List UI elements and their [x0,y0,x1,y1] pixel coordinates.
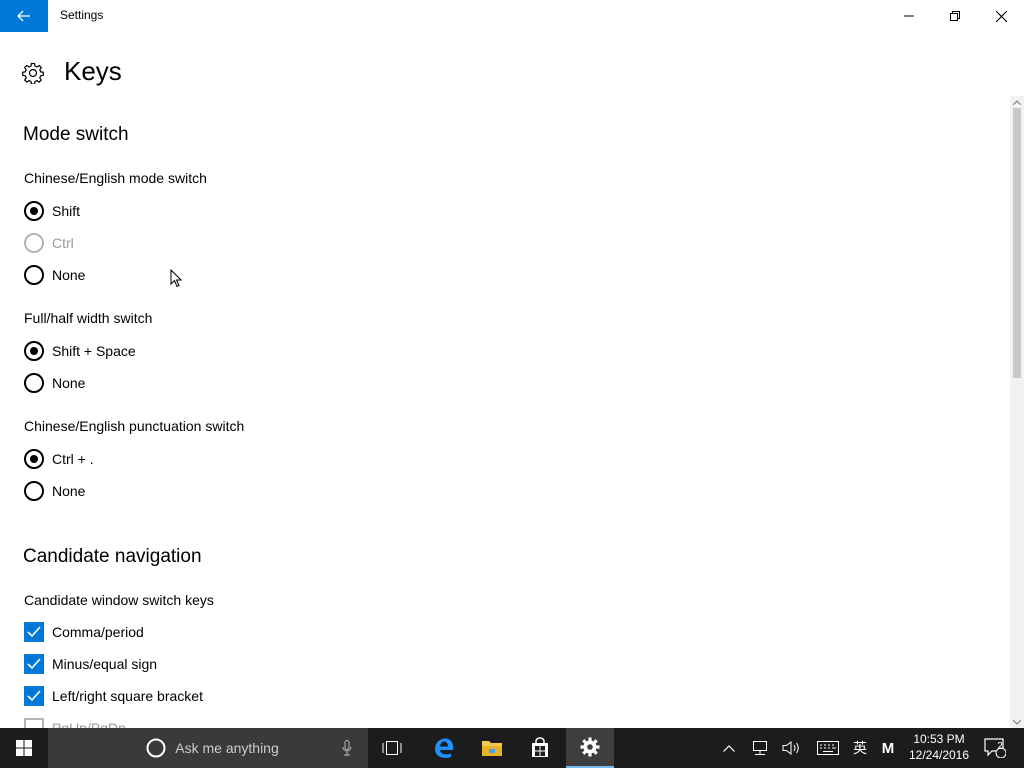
store-icon [532,737,548,757]
scroll-down-arrow[interactable] [1010,716,1024,728]
checkbox-option-square-bracket[interactable]: Left/right square bracket [24,686,203,706]
mouse-cursor-icon [170,269,182,288]
touch-keyboard-button[interactable] [814,728,842,768]
radio-label: None [52,267,86,283]
minimize-icon [904,15,914,17]
close-icon [995,10,1007,22]
keyboard-icon [817,741,839,755]
checkmark-icon [27,626,41,638]
radio-option-none[interactable]: None [24,481,85,501]
radio-label: Shift + Space [52,343,136,359]
gear-icon [22,62,44,84]
file-explorer-button[interactable] [468,728,516,768]
ime-mode-indicator[interactable]: M [876,728,900,768]
radio-button[interactable] [24,481,44,501]
radio-option-ctrl: Ctrl [24,233,74,253]
chevron-up-icon [1013,99,1021,105]
scroll-up-arrow[interactable] [1010,96,1024,108]
checkbox-checked[interactable] [24,654,44,674]
radio-button-disabled [24,233,44,253]
arrow-left-icon [17,10,30,22]
start-button[interactable] [0,728,48,768]
radio-label: None [52,483,86,499]
checkbox-label: Left/right square bracket [52,688,203,704]
restore-button[interactable] [932,0,978,32]
cortana-circle-icon [146,738,166,758]
radio-label: Ctrl + . [52,451,94,467]
edge-button[interactable] [420,728,468,768]
file-explorer-icon [482,741,502,756]
checkbox-checked[interactable] [24,622,44,642]
clock-date: 12/24/2016 [908,748,970,762]
network-icon [753,741,767,755]
checkbox-label: Minus/equal sign [52,656,158,672]
close-button[interactable] [978,0,1024,32]
vertical-scrollbar[interactable] [1010,96,1024,728]
checkbox-option-minus-equal[interactable]: Minus/equal sign [24,654,157,674]
settings-app-button[interactable] [566,728,614,768]
edge-icon [435,738,454,758]
back-button[interactable] [0,0,48,32]
radio-option-shift[interactable]: Shift [24,201,80,221]
chevron-up-icon [723,744,735,752]
settings-content: Mode switch Chinese/English mode switch … [0,100,1010,728]
settings-gear-icon [580,737,600,757]
section-title-mode-switch: Mode switch [23,124,129,145]
group-label-punctuation: Chinese/English punctuation switch [24,418,245,434]
radio-option-ctrl-period[interactable]: Ctrl + . [24,449,94,469]
group-label-cn-en-mode: Chinese/English mode switch [24,170,207,186]
checkmark-icon [27,690,41,702]
notification-count: 2 [997,741,1003,752]
restore-icon [950,11,960,21]
radio-option-none[interactable]: None [24,373,85,393]
task-view-button[interactable] [368,728,416,768]
search-box[interactable]: Ask me anything [48,728,368,768]
checkbox-checked[interactable] [24,686,44,706]
clock[interactable]: 10:53 PM 12/24/2016 [906,731,972,763]
radio-label: None [52,375,86,391]
group-label-switch-keys: Candidate window switch keys [24,592,214,608]
store-button[interactable] [516,728,564,768]
radio-button[interactable] [24,373,44,393]
scrollbar-thumb[interactable] [1013,108,1021,378]
radio-button-checked[interactable] [24,449,44,469]
radio-label: Shift [52,203,81,219]
speaker-icon [782,740,799,756]
radio-button[interactable] [24,265,44,285]
section-title-candidate-navigation: Candidate navigation [23,546,202,567]
checkbox-label: PgUp/PgDn [52,720,126,728]
checkbox-option-pgup-pgdn[interactable]: PgUp/PgDn [24,718,126,728]
checkbox-unchecked[interactable] [24,718,44,728]
radio-label: Ctrl [52,235,74,251]
task-view-icon [382,741,402,755]
volume-button[interactable] [780,728,804,768]
title-bar: Settings [0,0,1024,32]
minimize-button[interactable] [886,0,932,32]
action-center-button[interactable]: 2 [980,728,1010,768]
clock-time: 10:53 PM [913,732,965,746]
ime-language-indicator[interactable]: 英 [848,728,872,768]
page-title: Keys [64,56,122,86]
search-placeholder: Ask me anything [175,740,279,756]
show-hidden-icons-button[interactable] [718,728,740,768]
window-title: Settings [60,8,104,22]
checkmark-icon [27,658,41,670]
checkbox-label: Comma/period [52,624,144,640]
group-label-full-half: Full/half width switch [24,310,153,326]
microphone-icon [342,740,352,756]
page-header [22,58,44,88]
checkbox-option-comma-period[interactable]: Comma/period [24,622,144,642]
radio-option-shift-space[interactable]: Shift + Space [24,341,136,361]
network-button[interactable] [748,728,772,768]
radio-button-checked[interactable] [24,201,44,221]
chevron-down-icon [1013,719,1021,725]
windows-start-icon [16,740,32,756]
radio-option-none[interactable]: None [24,265,85,285]
taskbar: Ask me anything 英 M 10:53 PM 12/24/2016 … [0,728,1024,768]
radio-button-checked[interactable] [24,341,44,361]
